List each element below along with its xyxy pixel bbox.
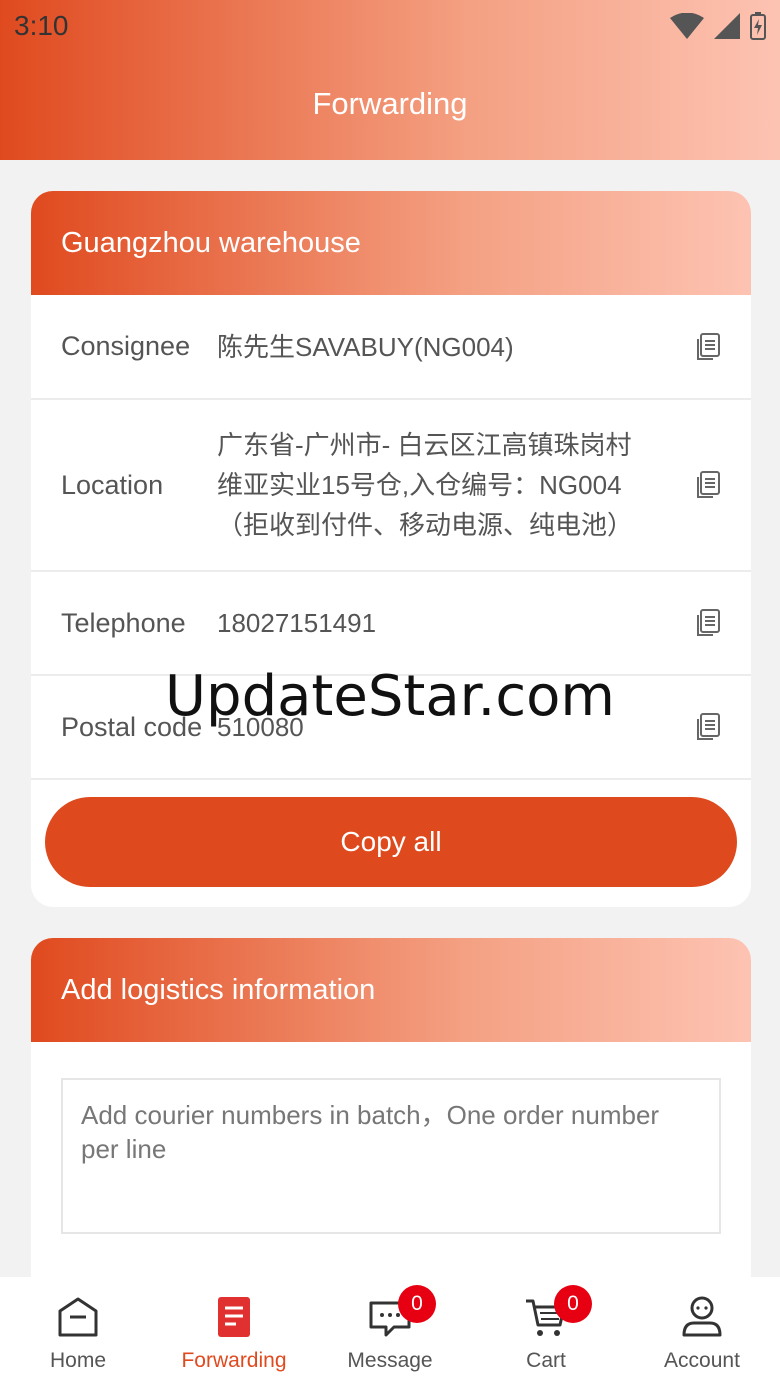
tab-forwarding[interactable]: Forwarding — [156, 1277, 312, 1386]
tab-home[interactable]: Home — [0, 1277, 156, 1386]
tab-cart-label: Cart — [526, 1349, 566, 1372]
location-label: Location — [61, 469, 164, 500]
tab-forwarding-label: Forwarding — [181, 1349, 287, 1372]
logistics-title: Add logistics information — [31, 938, 751, 1042]
battery-icon — [750, 12, 766, 40]
telephone-value: 18027151491 — [217, 608, 377, 638]
telephone-row: Telephone 18027151491 — [31, 572, 751, 676]
tab-cart[interactable]: 0 Cart — [468, 1277, 624, 1386]
telephone-label: Telephone — [61, 607, 186, 638]
status-time: 3:10 — [14, 10, 69, 41]
tab-message-label: Message — [347, 1349, 433, 1372]
signal-icon — [714, 13, 740, 39]
watermark: UpdateStar.com — [165, 664, 615, 729]
account-icon — [682, 1296, 722, 1337]
location-row: Location 广东省-广州市- 白云区江高镇珠岗村维亚实业15号仓,入仓编号… — [31, 400, 751, 572]
status-icons — [670, 12, 766, 40]
consignee-value: 陈先生SAVABUY(NG004) — [217, 331, 514, 362]
tab-account[interactable]: Account — [624, 1277, 780, 1386]
logistics-card: Add logistics information Add courier nu… — [31, 938, 751, 1298]
courier-numbers-input[interactable]: Add courier numbers in batch，One order n… — [61, 1078, 721, 1234]
location-value: 广东省-广州市- 白云区江高镇珠岗村维亚实业15号仓,入仓编号：NG004（拒收… — [217, 430, 634, 540]
home-icon — [58, 1297, 98, 1337]
consignee-row: Consignee 陈先生SAVABUY(NG004) — [31, 295, 751, 400]
warehouse-card: Guangzhou warehouse Consignee 陈先生SAVABUY… — [31, 191, 751, 907]
copy-all-button[interactable]: Copy all — [45, 797, 737, 887]
bottom-tab-bar: Home Forwarding 0 Message 0 Cart Account — [0, 1277, 780, 1386]
wifi-icon — [670, 13, 704, 39]
copy-icon[interactable] — [695, 609, 721, 637]
cart-badge: 0 — [554, 1285, 592, 1323]
header-bar: 3:10 Forwarding — [0, 0, 780, 160]
consignee-label: Consignee — [61, 331, 191, 361]
page-title: Forwarding — [312, 86, 468, 121]
copy-icon[interactable] — [695, 471, 721, 499]
warehouse-title: Guangzhou warehouse — [31, 191, 751, 295]
tab-message[interactable]: 0 Message — [312, 1277, 468, 1386]
forwarding-icon — [218, 1297, 250, 1337]
tab-home-label: Home — [49, 1349, 107, 1372]
tab-account-label: Account — [664, 1349, 740, 1372]
copy-icon[interactable] — [695, 332, 721, 361]
message-badge: 0 — [398, 1285, 436, 1323]
